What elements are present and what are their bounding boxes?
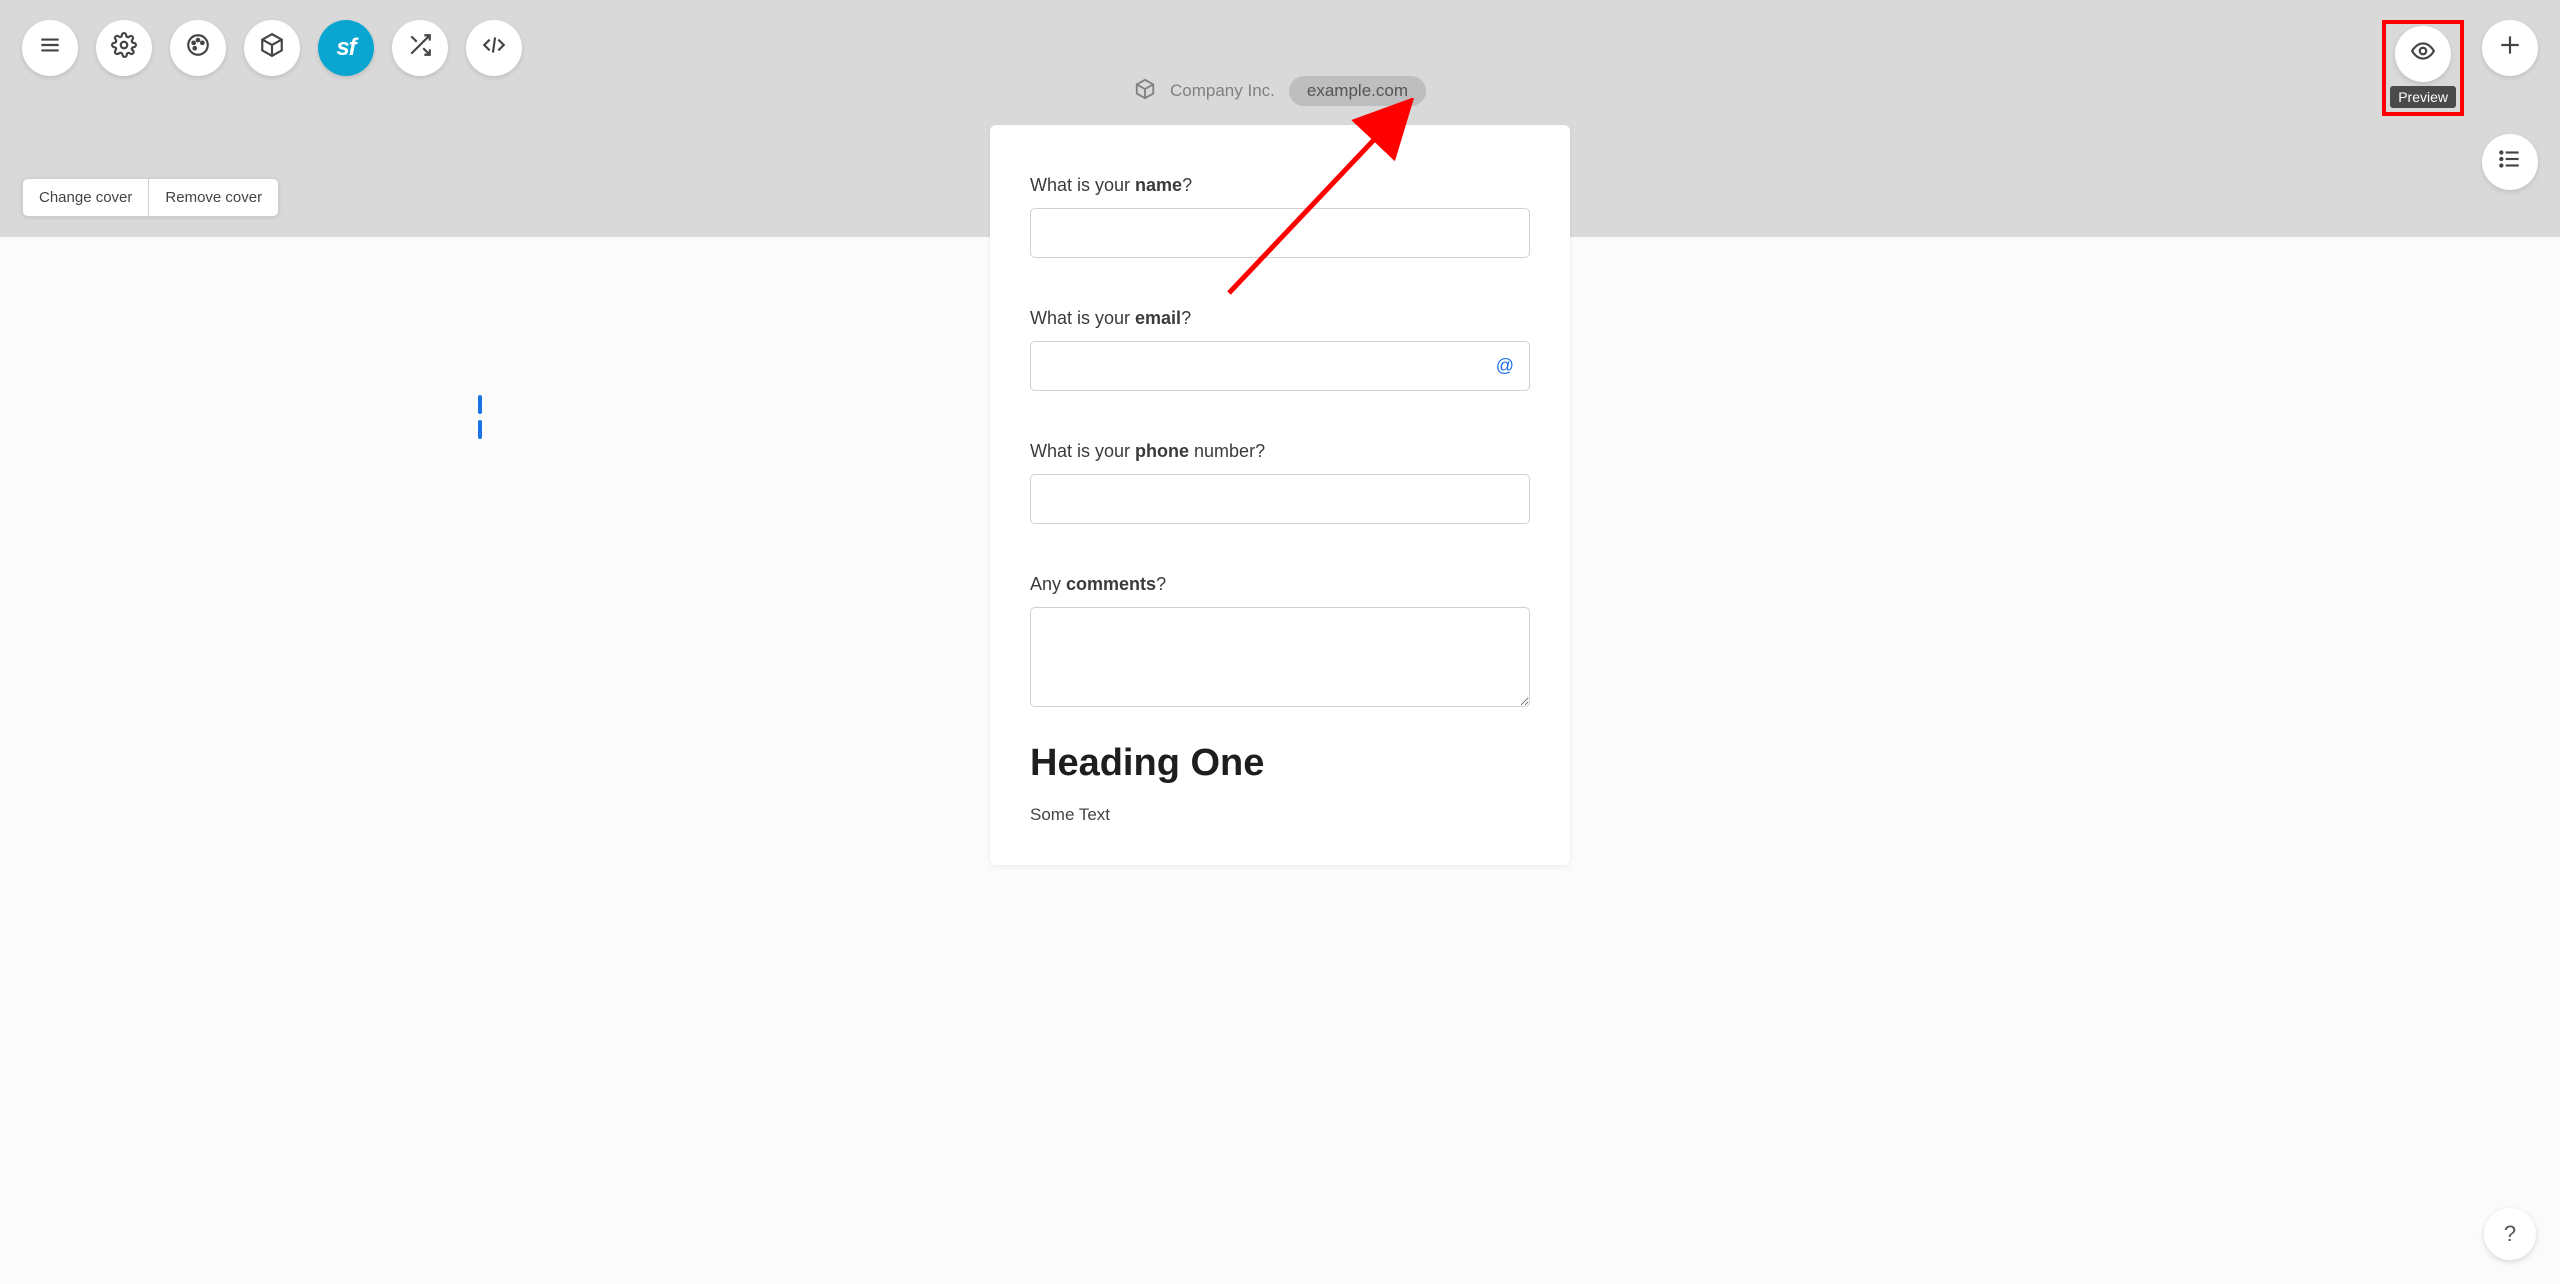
brand-sf-label: sf <box>336 34 355 62</box>
field-comments[interactable]: Any comments? <box>1030 574 1530 712</box>
toolbar-left: sf <box>22 20 522 76</box>
field-name[interactable]: What is your name? <box>1030 175 1530 258</box>
shuffle-icon <box>407 32 433 64</box>
menu-icon <box>37 32 63 64</box>
settings-button[interactable] <box>96 20 152 76</box>
remove-cover-button[interactable]: Remove cover <box>149 179 278 216</box>
cover-actions: Change cover Remove cover <box>22 178 279 217</box>
gear-icon <box>111 32 137 64</box>
toolbar-right: Preview <box>2382 20 2538 190</box>
eye-icon <box>2410 38 2436 70</box>
company-name: Company Inc. <box>1170 81 1275 101</box>
code-button[interactable] <box>466 20 522 76</box>
field-name-label: What is your name? <box>1030 175 1530 196</box>
field-phone[interactable]: What is your phone number? <box>1030 441 1530 524</box>
help-button[interactable]: ? <box>2484 1208 2536 1260</box>
phone-input[interactable] <box>1030 474 1530 524</box>
list-icon <box>2497 146 2523 178</box>
plus-icon <box>2497 32 2523 64</box>
menu-button[interactable] <box>22 20 78 76</box>
heading-one[interactable]: Heading One <box>1030 742 1530 785</box>
comments-textarea[interactable] <box>1030 607 1530 707</box>
shuffle-button[interactable] <box>392 20 448 76</box>
change-cover-button[interactable]: Change cover <box>23 179 149 216</box>
name-input[interactable] <box>1030 208 1530 258</box>
preview-tooltip: Preview <box>2390 86 2456 108</box>
package-button[interactable] <box>244 20 300 76</box>
help-icon: ? <box>2504 1221 2516 1247</box>
preview-highlight-box: Preview <box>2382 20 2464 116</box>
selection-handle-left[interactable] <box>478 395 482 439</box>
form-card[interactable]: What is your name? What is your email? @… <box>990 125 1570 865</box>
field-phone-label: What is your phone number? <box>1030 441 1530 462</box>
code-icon <box>481 32 507 64</box>
cube-small-icon <box>1134 78 1156 105</box>
add-button[interactable] <box>2482 20 2538 76</box>
palette-icon <box>185 32 211 64</box>
at-icon: @ <box>1496 356 1514 377</box>
field-comments-label: Any comments? <box>1030 574 1530 595</box>
field-email-label: What is your email? <box>1030 308 1530 329</box>
email-input[interactable] <box>1030 341 1530 391</box>
site-identity: Company Inc. example.com <box>1134 76 1426 106</box>
preview-button[interactable] <box>2395 26 2451 82</box>
body-text[interactable]: Some Text <box>1030 805 1530 825</box>
theme-button[interactable] <box>170 20 226 76</box>
domain-pill[interactable]: example.com <box>1289 76 1426 106</box>
brand-button[interactable]: sf <box>318 20 374 76</box>
cube-icon <box>259 32 285 64</box>
field-email[interactable]: What is your email? @ <box>1030 308 1530 391</box>
outline-button[interactable] <box>2482 134 2538 190</box>
